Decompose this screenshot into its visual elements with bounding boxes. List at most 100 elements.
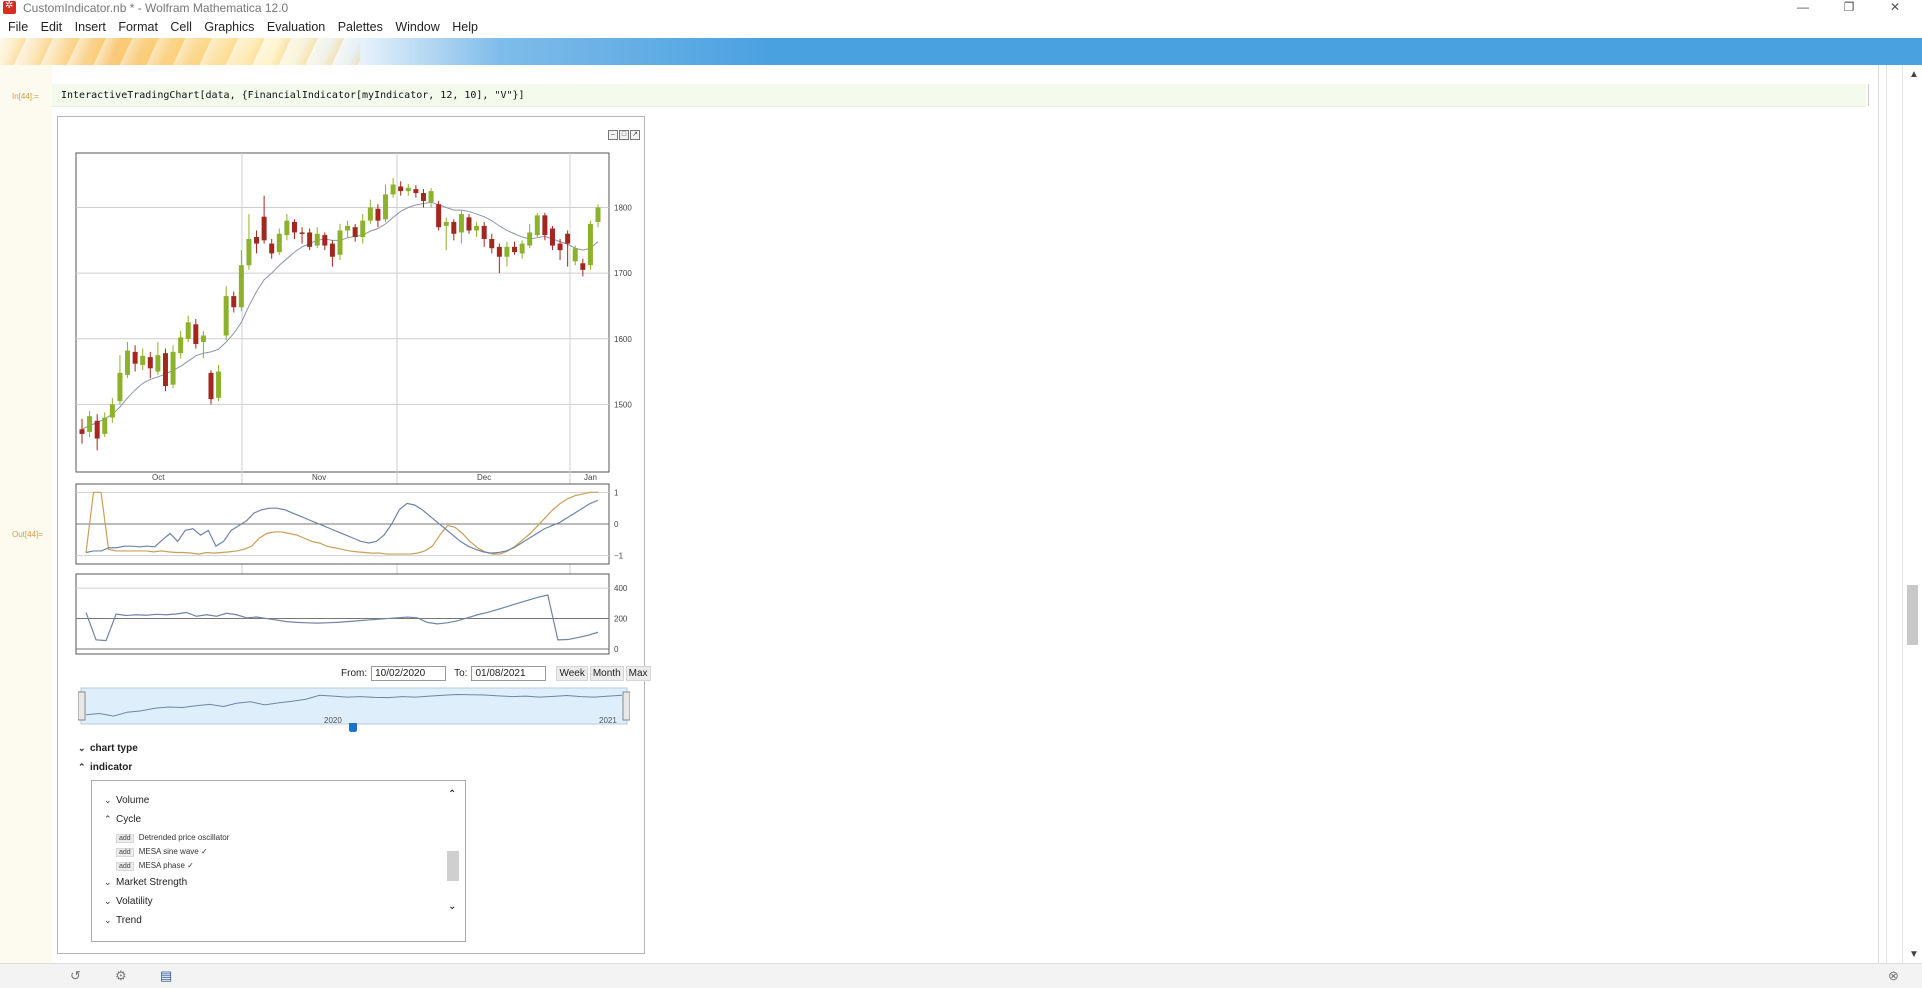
candle-body: [155, 355, 161, 372]
add-button[interactable]: add: [116, 848, 134, 857]
close-statusbar-icon[interactable]: ⊗: [1888, 968, 1899, 984]
candle-body: [125, 350, 131, 375]
candle-body: [542, 215, 548, 236]
candle-body: [489, 239, 495, 249]
trading-chart[interactable]: 1500 1600 1700 1800 Oct Nov Dec Jan −1 0 1 0 200 4…: [0, 0, 660, 740]
candle-body: [383, 194, 389, 220]
candle-body: [231, 296, 237, 308]
sub-y-tick-label: 400: [614, 584, 628, 593]
indicator-name: MESA sine wave ✓: [138, 847, 208, 856]
candle-body: [580, 263, 586, 270]
range-navigator[interactable]: 2020 2021: [78, 686, 630, 732]
group-cycle-label: Cycle: [116, 814, 142, 825]
sub-y-tick-label: 0: [614, 520, 619, 529]
sub-y-tick-label: −1: [614, 552, 624, 561]
candle-body: [565, 233, 571, 244]
price-y-tick-label: 1800: [614, 204, 632, 213]
candle-body: [481, 225, 487, 239]
indicator-opener[interactable]: ⌃ indicator: [78, 762, 132, 773]
scroll-up-icon[interactable]: ⌃: [448, 789, 456, 800]
add-button[interactable]: add: [116, 834, 134, 843]
week-button[interactable]: Week: [556, 666, 588, 682]
price-chart-frame: [75, 152, 610, 473]
candle-body: [276, 233, 282, 253]
candle-body: [109, 404, 115, 418]
candle-body: [87, 416, 93, 432]
candle-body: [185, 322, 191, 339]
candle-body: [254, 237, 260, 244]
to-date-input[interactable]: 01/08/2021: [471, 666, 547, 681]
suggestions-icon[interactable]: ↺: [70, 968, 81, 984]
group-cycle[interactable]: ⌃ Cycle: [104, 814, 141, 825]
price-x-tick-label: Oct: [152, 473, 165, 482]
candle-body: [261, 216, 267, 241]
chevron-down-icon: ⌄: [104, 795, 112, 805]
candle-body: [428, 191, 434, 203]
list-item: add MESA phase ✓: [116, 861, 194, 871]
candle-body: [345, 225, 351, 231]
navigator-label-2020: 2020: [324, 716, 342, 725]
candle-body: [420, 193, 426, 201]
close-button[interactable]: ✕: [1872, 0, 1918, 16]
minimize-button[interactable]: —: [1780, 0, 1826, 16]
indicator-scroll-thumb[interactable]: [447, 851, 459, 881]
candle-body: [193, 324, 199, 344]
candle-body: [299, 232, 305, 234]
candle-body: [208, 372, 214, 400]
group-volatility[interactable]: ⌄ Volatility: [104, 896, 153, 907]
indicator-scrollbar[interactable]: ⌃ ⌄: [443, 781, 463, 939]
from-label: From:: [341, 668, 368, 680]
chevron-down-icon: ⌄: [104, 896, 112, 906]
to-label: To:: [454, 668, 468, 680]
group-trend[interactable]: ⌄ Trend: [104, 915, 142, 926]
chart-type-opener[interactable]: ⌄ chart type: [78, 743, 138, 754]
candle-body: [367, 207, 373, 221]
scrollbar-thumb[interactable]: [1907, 585, 1918, 645]
list-item: add MESA sine wave ✓: [116, 847, 208, 857]
candle-body: [405, 187, 411, 192]
candle-body: [178, 337, 184, 354]
candle-body: [269, 243, 275, 254]
sine-y-ticks: −1 0 1: [614, 488, 624, 560]
group-volume[interactable]: ⌄ Volume: [104, 795, 149, 806]
chevron-down-icon: ⌄: [78, 743, 86, 753]
candle-body: [595, 207, 601, 222]
candle-body: [200, 335, 206, 343]
from-date-input[interactable]: 10/02/2020: [371, 666, 447, 681]
cell-bracket-guide: [1878, 65, 1879, 963]
navigator-left-handle: [78, 691, 86, 721]
sub-y-tick-label: 0: [614, 645, 619, 654]
candle-body: [307, 232, 313, 247]
indicator-name: Detrended price oscillator: [138, 833, 230, 842]
candle-body: [466, 217, 472, 231]
scroll-down-icon[interactable]: ▼: [1909, 949, 1919, 960]
indicator-name: MESA phase ✓: [138, 861, 194, 870]
candle-body: [238, 265, 244, 308]
month-button[interactable]: Month: [589, 666, 624, 682]
group-market-strength[interactable]: ⌄ Market Strength: [104, 877, 187, 888]
cell-bracket[interactable]: [1862, 84, 1869, 106]
price-y-tick-label: 1500: [614, 400, 632, 409]
candle-body: [329, 243, 335, 257]
candle-body: [322, 235, 328, 246]
restore-button[interactable]: ❐: [1826, 0, 1872, 16]
candle-body: [572, 248, 578, 262]
gear-icon[interactable]: ⚙: [115, 968, 127, 984]
scroll-down-icon[interactable]: ⌄: [448, 901, 456, 912]
candle-body: [519, 243, 525, 254]
chart-type-label: chart type: [90, 743, 138, 754]
candle-body: [375, 208, 381, 221]
chat-icon[interactable]: ▤: [160, 968, 172, 984]
candle-body: [284, 220, 290, 236]
chevron-down-icon: ⌄: [104, 877, 112, 887]
candle-body: [223, 296, 229, 336]
candle-body: [413, 189, 419, 194]
candle-body: [436, 204, 442, 228]
navigator-right-handle: [622, 691, 630, 721]
notebook-scrollbar[interactable]: ▲ ▼: [1902, 65, 1922, 963]
max-button[interactable]: Max: [625, 666, 651, 682]
add-button[interactable]: add: [116, 862, 134, 871]
candle-body: [147, 357, 153, 369]
group-market-strength-label: Market Strength: [116, 877, 188, 888]
scroll-up-icon[interactable]: ▲: [1909, 69, 1919, 80]
